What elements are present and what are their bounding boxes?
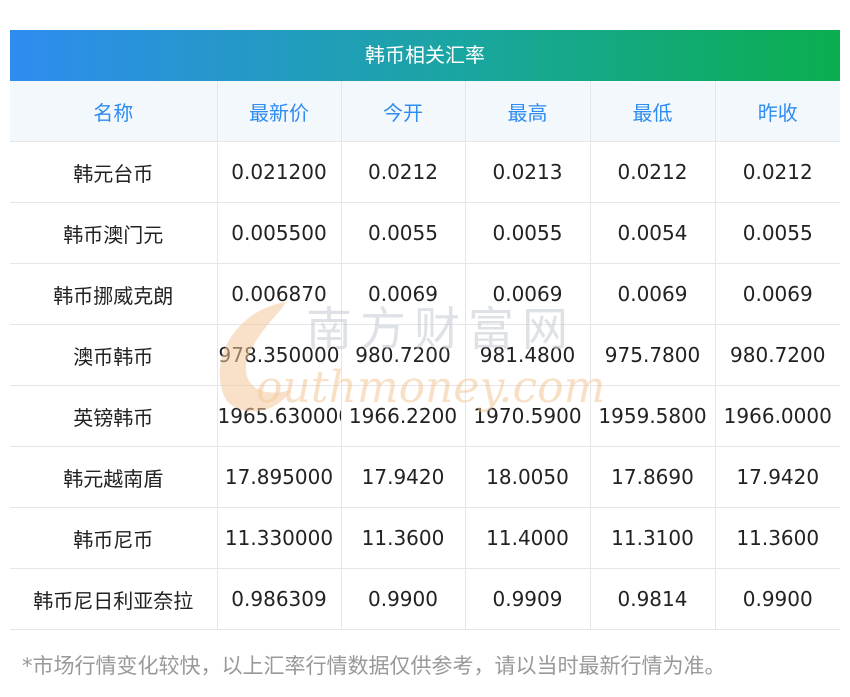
table-row: 英镑韩币 1965.630000 1966.2200 1970.5900 195… [10,385,840,447]
cell-name: 韩元越南盾 [10,446,218,508]
cell-name: 韩币澳门元 [10,202,218,264]
cell-open: 980.7200 [341,324,466,386]
cell-high: 0.0069 [465,263,591,325]
header-low: 最低 [590,81,716,142]
cell-latest: 0.986309 [217,568,342,630]
cell-prev-close: 1966.0000 [715,385,840,447]
cell-open: 11.3600 [341,507,466,569]
table-row: 澳币韩币 978.350000 980.7200 981.4800 975.78… [10,324,840,386]
cell-high: 1970.5900 [465,385,591,447]
cell-name: 韩币尼日利亚奈拉 [10,568,218,630]
cell-latest: 11.330000 [217,507,342,569]
cell-high: 18.0050 [465,446,591,508]
cell-low: 975.7800 [590,324,716,386]
cell-high: 0.9909 [465,568,591,630]
cell-prev-close: 980.7200 [715,324,840,386]
cell-open: 0.0069 [341,263,466,325]
cell-latest: 0.021200 [217,141,342,203]
cell-prev-close: 0.0069 [715,263,840,325]
cell-name: 韩元台币 [10,141,218,203]
cell-name: 韩币挪威克朗 [10,263,218,325]
cell-low: 0.0212 [590,141,716,203]
cell-high: 0.0055 [465,202,591,264]
cell-high: 981.4800 [465,324,591,386]
header-latest: 最新价 [217,81,342,142]
table-row: 韩币尼币 11.330000 11.3600 11.4000 11.3100 1… [10,507,840,569]
cell-high: 0.0213 [465,141,591,203]
cell-latest: 1965.630000 [217,385,342,447]
cell-low: 0.0054 [590,202,716,264]
table-title: 韩币相关汇率 [10,30,840,81]
table-header-row: 名称 最新价 今开 最高 最低 昨收 [10,81,840,142]
cell-name: 澳币韩币 [10,324,218,386]
cell-open: 1966.2200 [341,385,466,447]
cell-latest: 0.005500 [217,202,342,264]
cell-prev-close: 0.0055 [715,202,840,264]
table-row: 韩币澳门元 0.005500 0.0055 0.0055 0.0054 0.00… [10,202,840,264]
cell-low: 0.0069 [590,263,716,325]
cell-open: 0.0055 [341,202,466,264]
header-open: 今开 [341,81,466,142]
cell-name: 英镑韩币 [10,385,218,447]
cell-low: 11.3100 [590,507,716,569]
cell-low: 1959.5800 [590,385,716,447]
cell-open: 17.9420 [341,446,466,508]
cell-prev-close: 17.9420 [715,446,840,508]
table-row: 韩币尼日利亚奈拉 0.986309 0.9900 0.9909 0.9814 0… [10,568,840,630]
cell-open: 0.9900 [341,568,466,630]
cell-open: 0.0212 [341,141,466,203]
cell-latest: 978.350000 [217,324,342,386]
exchange-rate-table: 名称 最新价 今开 最高 最低 昨收 韩元台币 0.021200 0.0212 … [10,81,840,630]
exchange-rate-table-block: 韩币相关汇率 名称 最新价 今开 最高 最低 昨收 韩元台币 0.021200 [10,30,840,630]
cell-prev-close: 11.3600 [715,507,840,569]
cell-name: 韩币尼币 [10,507,218,569]
cell-latest: 17.895000 [217,446,342,508]
header-high: 最高 [465,81,591,142]
cell-latest: 0.006870 [217,263,342,325]
page: 韩币相关汇率 名称 最新价 今开 最高 最低 昨收 韩元台币 0.021200 [0,0,850,697]
cell-low: 0.9814 [590,568,716,630]
cell-prev-close: 0.9900 [715,568,840,630]
table-row: 韩币挪威克朗 0.006870 0.0069 0.0069 0.0069 0.0… [10,263,840,325]
cell-prev-close: 0.0212 [715,141,840,203]
cell-low: 17.8690 [590,446,716,508]
header-name: 名称 [10,81,218,142]
table-row: 韩元越南盾 17.895000 17.9420 18.0050 17.8690 … [10,446,840,508]
cell-high: 11.4000 [465,507,591,569]
table-row: 韩元台币 0.021200 0.0212 0.0213 0.0212 0.021… [10,141,840,203]
header-prev-close: 昨收 [715,81,840,142]
footnote: *市场行情变化较快，以上汇率行情数据仅供参考，请以当时最新行情为准。 [22,654,726,678]
